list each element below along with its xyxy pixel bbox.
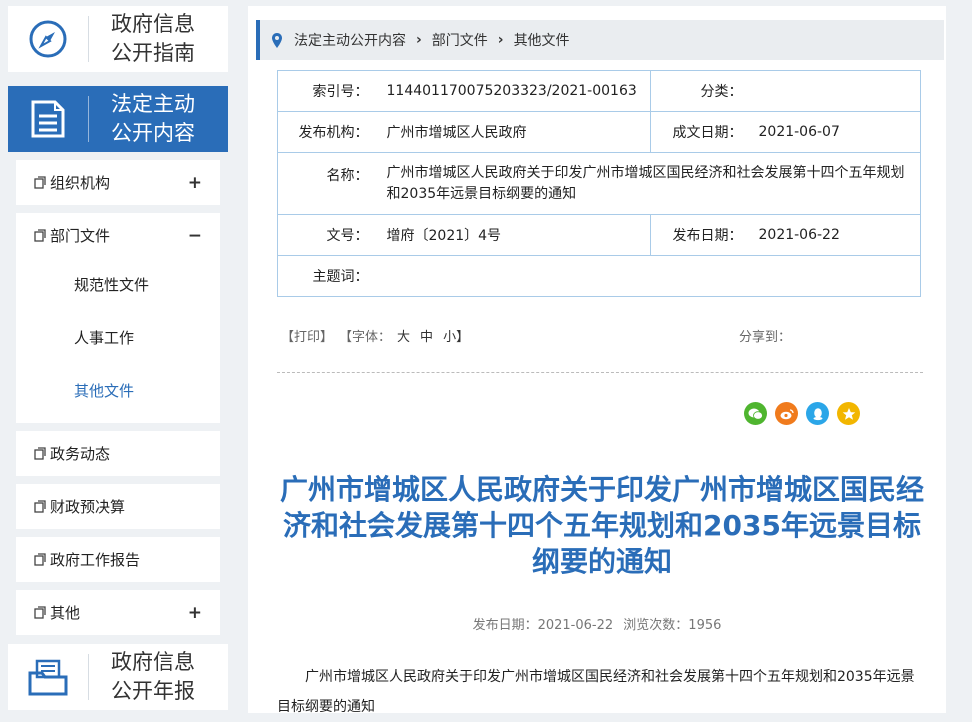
info-guide-label: 政府信息 公开指南 [111,10,195,68]
print-button[interactable]: 【打印】 [281,326,333,345]
article-title: 广州市增城区人民政府关于印发广州市增城区国民经济和社会发展第十四个五年规划和20… [279,473,924,578]
collapse-icon[interactable]: − [188,226,202,246]
category-value [746,70,921,112]
name-value: 广州市增城区人民政府关于印发广州市增城区国民经济和社会发展第十四个五年规划和20… [372,152,921,215]
chevron-right-icon: › [497,32,504,48]
font-small-button[interactable]: 小】 [443,326,469,345]
category-label: 分类： [650,70,747,112]
expand-icon[interactable]: + [188,173,202,193]
qq-icon[interactable] [806,402,829,425]
expand-icon[interactable]: + [188,603,202,623]
info-guide-line2: 公开指南 [111,41,195,65]
submenu-item-personnel[interactable]: 人事工作 [16,311,220,364]
submenu: 规范性文件 人事工作 其他文件 [16,258,220,423]
breadcrumb: 法定主动公开内容 › 部门文件 › 其他文件 [256,20,944,60]
article-toolbar: 【打印】 【字体： 大 中 小】 分享到： [281,326,931,345]
menu-item-other[interactable]: 其他 + [16,590,220,635]
font-size-label: 【字体： [339,330,392,345]
menu-item-work-report[interactable]: 政府工作报告 [16,537,220,582]
statutory-content-card[interactable]: 法定主动 公开内容 [8,86,228,152]
card-divider [88,16,89,62]
article-view-count: 浏览次数：1956 [623,618,722,633]
font-medium-button[interactable]: 中 [420,326,433,345]
name-label: 名称： [277,152,373,215]
submenu-item-other-docs[interactable]: 其他文件 [16,364,220,417]
publish-date-label: 发布日期： [650,214,747,256]
annual-report-card[interactable]: 政府信息 公开年报 [8,644,228,710]
page-icon [34,228,48,243]
annual-line2: 公开年报 [111,679,195,703]
menu-item-gov-news[interactable]: 政务动态 [16,431,220,476]
page-icon [34,552,48,567]
compass-icon [8,19,88,59]
doc-number-value: 增府〔2021〕4号 [372,214,651,256]
index-value: 114401170075203323/2021-00163 [372,70,651,112]
page-icon [34,605,48,620]
weibo-icon[interactable] [775,402,798,425]
share-icons [744,402,868,425]
publisher-value: 广州市增城区人民政府 [372,111,651,153]
page-icon [34,175,48,190]
card-divider [88,654,89,700]
created-date-value: 2021-06-07 [746,111,921,153]
dashed-divider [277,372,923,373]
page-icon [34,446,48,461]
menu-label: 政府工作报告 [50,551,141,569]
document-info-table: 索引号： 114401170075203323/2021-00163 分类： 发… [277,70,921,297]
main-content: 法定主动公开内容 › 部门文件 › 其他文件 索引号： 114401170075… [248,6,946,715]
document-icon [8,99,88,139]
doc-number-label: 文号： [277,214,373,256]
menu-label: 组织机构 [50,174,111,192]
article-body: 广州市增城区人民政府关于印发广州市增城区国民经济和社会发展第十四个五年规划和20… [277,669,915,715]
menu-item-budget[interactable]: 财政预决算 [16,484,220,529]
breadcrumb-item-department[interactable]: 部门文件 [432,30,488,50]
info-guide-line1: 政府信息 [111,12,195,36]
submenu-item-normative-docs[interactable]: 规范性文件 [16,258,220,311]
card-divider [88,96,89,142]
menu-label: 政务动态 [50,445,111,463]
location-pin-icon [272,32,282,48]
article-meta: 发布日期：2021-06-22 浏览次数：1956 [248,614,946,633]
menu-item-organization[interactable]: 组织机构 + [16,160,220,205]
subject-label: 主题词： [277,255,373,297]
statutory-line1: 法定主动 [111,92,195,116]
info-guide-card[interactable]: 政府信息 公开指南 [8,6,228,72]
annual-report-label: 政府信息 公开年报 [111,648,195,706]
page-icon [34,499,48,514]
subject-value [372,255,921,297]
breadcrumb-item-other[interactable]: 其他文件 [514,30,570,50]
chevron-right-icon: › [416,32,422,48]
wechat-icon[interactable] [744,402,767,425]
index-label: 索引号： [277,70,373,112]
statutory-content-label: 法定主动 公开内容 [111,90,195,148]
publish-date-value: 2021-06-22 [746,214,921,256]
statutory-line2: 公开内容 [111,121,195,145]
menu-item-department-docs[interactable]: 部门文件 − 规范性文件 人事工作 其他文件 [16,213,220,423]
publisher-label: 发布机构： [277,111,373,153]
sidebar-menu: 组织机构 + 部门文件 − 规范性文件 人事工作 其他文件 政务动态 财政预决算… [8,152,228,635]
qzone-star-icon[interactable] [837,402,860,425]
breadcrumb-item-statutory[interactable]: 法定主动公开内容 [294,30,406,50]
font-large-button[interactable]: 大 [397,326,410,345]
menu-label: 部门文件 [50,227,111,245]
created-date-label: 成文日期： [650,111,747,153]
annual-line1: 政府信息 [111,650,195,674]
menu-label: 财政预决算 [50,498,126,516]
share-label: 分享到： [738,330,791,345]
folder-icon [8,657,88,697]
menu-label: 其他 [50,604,81,622]
article-publish-date: 发布日期：2021-06-22 [472,618,614,633]
sidebar: 政府信息 公开指南 法定主动 公开内容 组织机构 + 部门文件 − 规范性文件 … [8,6,228,710]
